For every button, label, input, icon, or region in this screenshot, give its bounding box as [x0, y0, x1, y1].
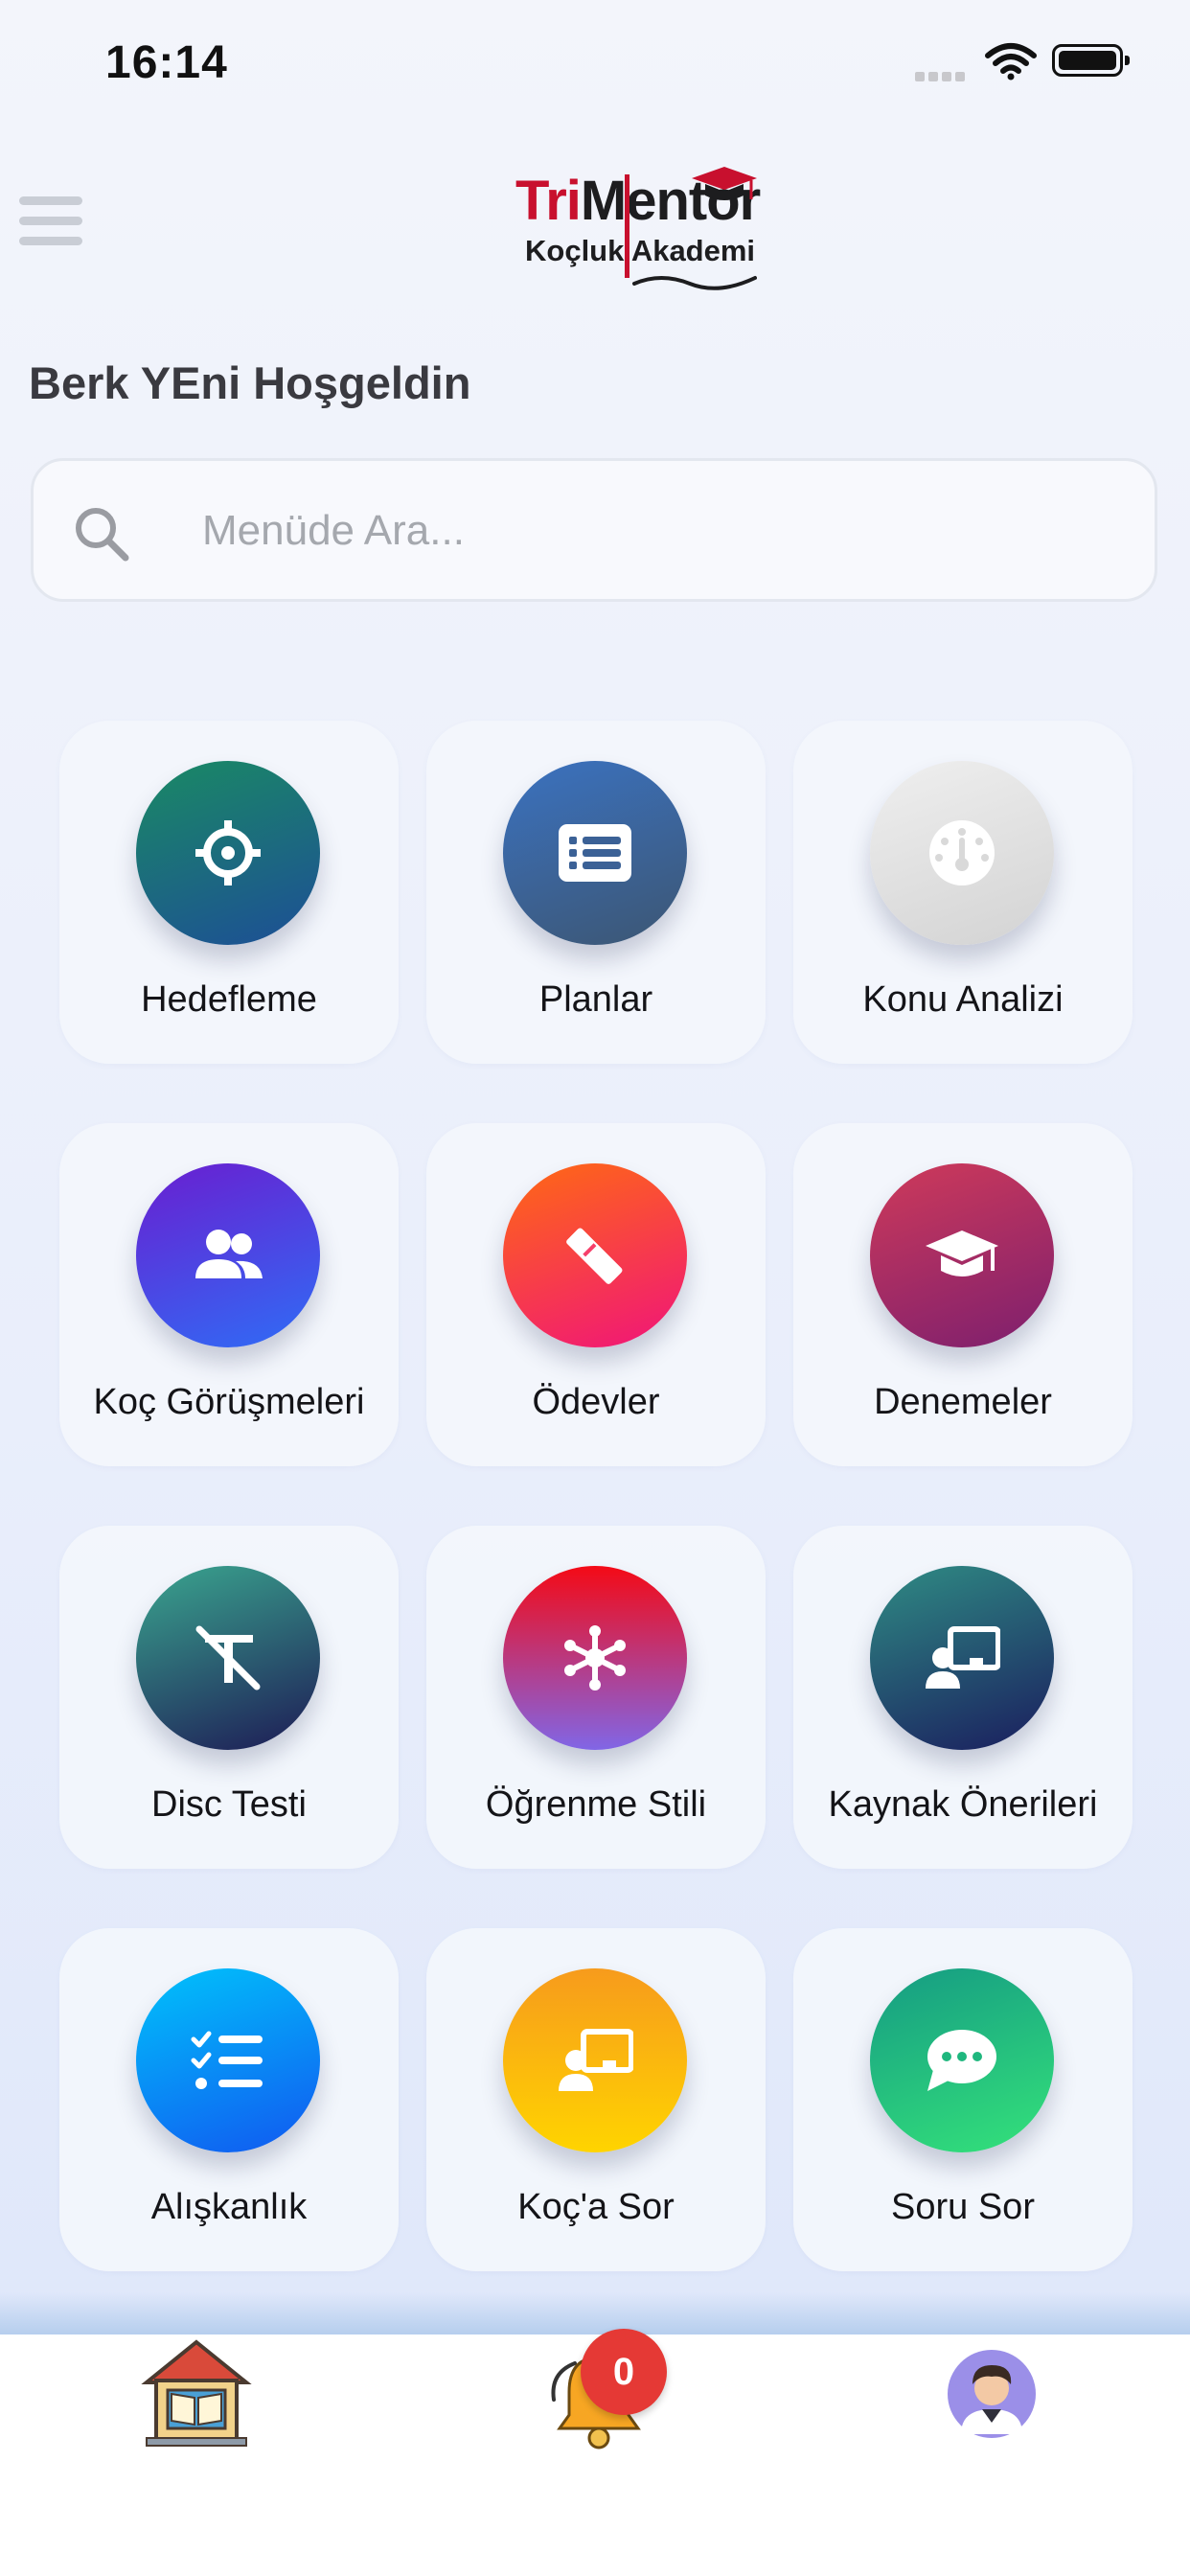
- menu-card-label: Soru Sor: [891, 2187, 1035, 2227]
- menu-card-disc-testi[interactable]: Disc Testi: [59, 1526, 399, 1869]
- signal-icon: [915, 69, 969, 81]
- crosshair-icon: [136, 761, 320, 945]
- search-icon: [76, 508, 129, 562]
- status-time: 16:14: [105, 37, 228, 88]
- welcome-heading: Berk YEni Hoşgeldin: [29, 357, 471, 408]
- users-icon: [136, 1163, 320, 1347]
- network-icon: [503, 1566, 687, 1750]
- menu-card-label: Konu Analizi: [862, 979, 1064, 1020]
- menu-card-kaynak-onerileri[interactable]: Kaynak Önerileri: [793, 1526, 1133, 1869]
- menu-card-label: Planlar: [538, 979, 653, 1020]
- menu-card-konu-analizi[interactable]: Konu Analizi: [793, 721, 1133, 1064]
- text-slash-icon: [136, 1566, 320, 1750]
- menu-card-soru-sor[interactable]: Soru Sor: [793, 1928, 1133, 2271]
- house-book-icon: [141, 2339, 252, 2447]
- menu-card-label: Koç Görüşmeleri: [93, 1382, 365, 1422]
- menu-card-koca-sor[interactable]: Koç'a Sor: [426, 1928, 766, 2271]
- chat-bubble-icon: [870, 1968, 1054, 2152]
- menu-card-planlar[interactable]: Planlar: [426, 721, 766, 1064]
- menu-card-label: Disc Testi: [151, 1784, 307, 1825]
- search-placeholder: Menüde Ara...: [202, 507, 465, 554]
- menu-card-label: Alışkanlık: [150, 2187, 308, 2227]
- teacher-board-icon: [870, 1566, 1054, 1750]
- avatar-icon: [948, 2350, 1036, 2438]
- menu-card-label: Hedefleme: [141, 979, 317, 1020]
- tab-home[interactable]: [120, 2334, 273, 2459]
- menu-card-label: Kaynak Önerileri: [828, 1784, 1098, 1825]
- menu-card-hedefleme[interactable]: Hedefleme: [59, 721, 399, 1064]
- menu-card-label: Öğrenme Stili: [485, 1784, 707, 1825]
- battery-icon: [1052, 44, 1130, 77]
- tab-profile[interactable]: [915, 2334, 1068, 2459]
- teacher-board-icon: [503, 1968, 687, 2152]
- list-card-icon: [503, 761, 687, 945]
- checklist-icon: [136, 1968, 320, 2152]
- wifi-icon: [985, 43, 1037, 80]
- scroll-shadow: [0, 2292, 1190, 2338]
- pencil-ruler-icon: [503, 1163, 687, 1347]
- menu-card-odevler[interactable]: Ödevler: [426, 1123, 766, 1466]
- app-logo: TriMentor Koçluk Akademi: [508, 165, 786, 295]
- menu-card-aliskanlik[interactable]: Alışkanlık: [59, 1928, 399, 2271]
- search-input[interactable]: Menüde Ara...: [31, 458, 1157, 602]
- hamburger-menu-button[interactable]: [19, 196, 82, 254]
- menu-card-denemeler[interactable]: Denemeler: [793, 1123, 1133, 1466]
- menu-card-label: Koç'a Sor: [517, 2187, 675, 2227]
- menu-card-koc-gorusmeleri[interactable]: Koç Görüşmeleri: [59, 1123, 399, 1466]
- menu-card-ogrenme-stili[interactable]: Öğrenme Stili: [426, 1526, 766, 1869]
- menu-card-label: Ödevler: [532, 1382, 660, 1422]
- notification-count-badge: 0: [581, 2329, 667, 2415]
- graduation-cap-icon: [692, 167, 757, 200]
- menu-card-label: Denemeler: [874, 1382, 1052, 1422]
- graduation-cap-icon: [870, 1163, 1054, 1347]
- gauge-icon: [870, 761, 1054, 945]
- status-bar: 16:14: [0, 0, 1190, 126]
